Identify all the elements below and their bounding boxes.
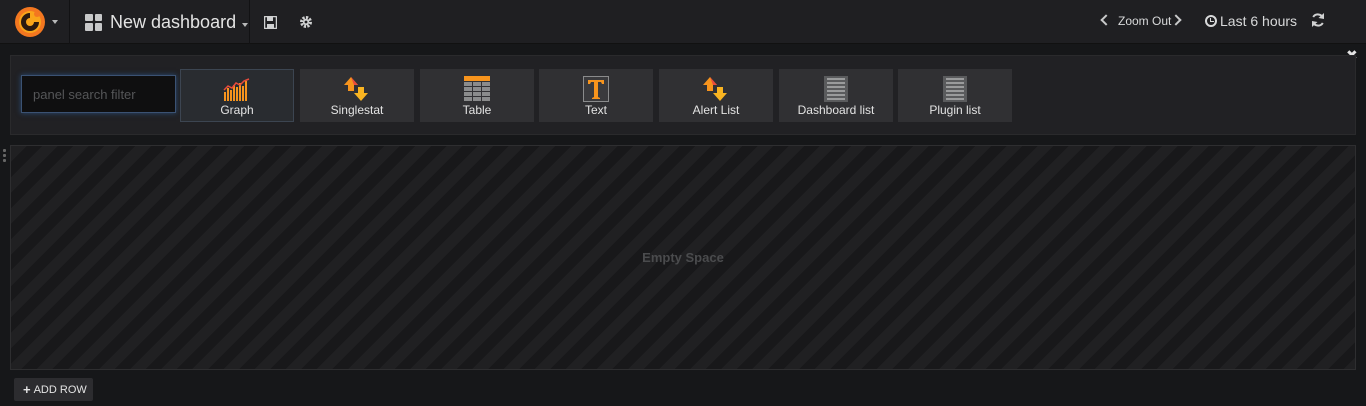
- save-dashboard-button[interactable]: [253, 0, 287, 44]
- panel-card-label: Table: [462, 103, 492, 117]
- chevron-down-icon: [242, 23, 249, 27]
- chevron-left-icon[interactable]: [1100, 14, 1112, 26]
- plus-icon: +: [23, 382, 31, 397]
- dashboard-grid-icon: [85, 13, 102, 31]
- alert-list-icon: [703, 77, 727, 101]
- refresh-icon[interactable]: [1310, 12, 1326, 28]
- panel-card-singlestat[interactable]: Singlestat: [300, 69, 414, 122]
- panel-search-input[interactable]: [21, 75, 176, 113]
- top-navbar: New dashboard Zoom Out Last 6 hours: [0, 0, 1366, 44]
- panel-card-table[interactable]: Table: [420, 69, 534, 122]
- settings-button[interactable]: [289, 0, 323, 44]
- panel-card-graph[interactable]: Graph: [180, 69, 294, 122]
- panel-card-plugin-list[interactable]: Plugin list: [898, 69, 1012, 122]
- empty-space-panel[interactable]: Empty Space: [10, 145, 1356, 370]
- plugin-list-icon: [943, 76, 967, 102]
- add-row-button[interactable]: + ADD ROW: [14, 378, 93, 401]
- add-row-label: ADD ROW: [33, 383, 87, 396]
- save-icon: [263, 15, 277, 29]
- gear-icon: [300, 16, 312, 28]
- zoom-out-button[interactable]: Zoom Out: [1118, 14, 1171, 28]
- panel-card-label: Text: [584, 103, 607, 117]
- dashboard-list-icon: [824, 76, 848, 102]
- panel-card-label: Singlestat: [330, 103, 384, 117]
- singlestat-icon: [344, 77, 368, 101]
- panel-card-label: Dashboard list: [797, 103, 875, 117]
- panel-card-text[interactable]: Text: [539, 69, 653, 122]
- panel-card-label: Alert List: [692, 103, 740, 117]
- table-icon: [464, 76, 490, 101]
- dashboard-title-dropdown[interactable]: New dashboard: [71, 0, 250, 44]
- row-drag-handle[interactable]: [3, 149, 7, 163]
- clock-icon: [1205, 15, 1217, 27]
- grafana-logo-icon: [15, 7, 45, 37]
- chevron-right-icon[interactable]: [1170, 14, 1182, 26]
- panel-picker: Graph Singlestat Table: [10, 55, 1356, 135]
- panel-card-dashboard-list[interactable]: Dashboard list: [779, 69, 893, 122]
- chevron-down-icon: [52, 20, 58, 24]
- panel-card-alert-list[interactable]: Alert List: [659, 69, 773, 122]
- graph-icon: [223, 78, 250, 101]
- time-range-button[interactable]: Last 6 hours: [1220, 13, 1297, 29]
- dashboard-title: New dashboard: [110, 11, 237, 32]
- grafana-menu-button[interactable]: [0, 0, 70, 44]
- panel-card-label: Plugin list: [929, 103, 981, 117]
- time-picker-area: Zoom Out Last 6 hours: [1086, 0, 1366, 44]
- empty-space-label: Empty Space: [642, 250, 724, 265]
- text-icon: [583, 76, 609, 102]
- panel-card-label: Graph: [220, 103, 254, 117]
